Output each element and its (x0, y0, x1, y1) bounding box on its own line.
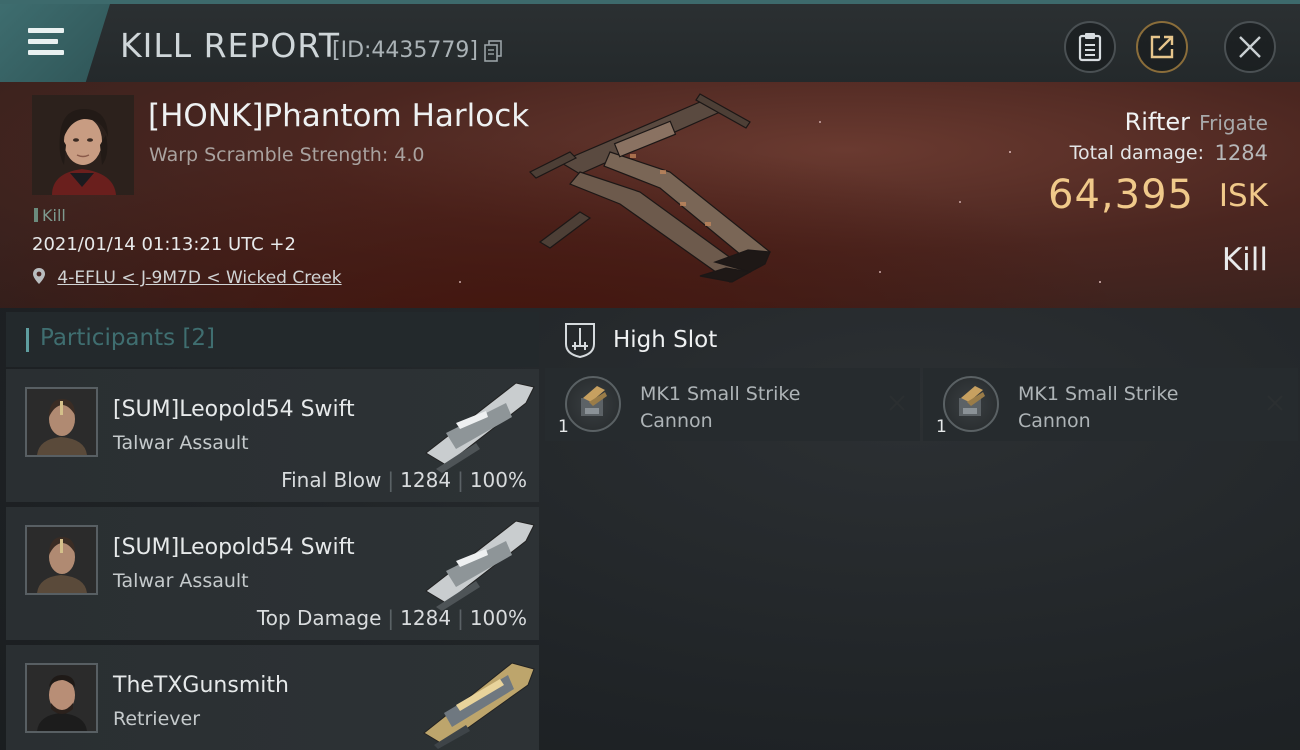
module-quantity: 1 (558, 417, 569, 437)
clipboard-button[interactable] (1064, 21, 1116, 73)
participant-card[interactable]: TheTXGunsmith Retriever (6, 645, 539, 750)
clipboard-icon (1078, 33, 1102, 62)
kill-result: Kill (1221, 242, 1268, 278)
participant-name: [SUM]Leopold54 Swift (113, 535, 355, 560)
module-item[interactable]: 1 MK1 Small Strike Cannon (545, 368, 920, 441)
participants-label: Participants [2] (40, 325, 216, 351)
victim-ship-name[interactable]: Rifter (1125, 108, 1190, 136)
destroyed-x-icon (1267, 395, 1283, 411)
share-button[interactable] (1136, 21, 1188, 73)
kill-tag: Kill (34, 206, 66, 225)
page-title: KILL REPORT (120, 26, 340, 65)
participant-ship-image (425, 382, 535, 473)
copy-icon[interactable] (484, 40, 502, 62)
participant-avatar (25, 525, 98, 595)
share-icon (1150, 35, 1174, 59)
participant-name: TheTXGunsmith (113, 673, 289, 698)
participant-card[interactable]: [SUM]Leopold54 Swift Talwar Assault Fina… (6, 369, 539, 502)
isk-unit: ISK (1218, 178, 1268, 214)
module-icon (943, 376, 999, 432)
module-item[interactable]: 1 MK1 Small Strike Cannon (923, 368, 1298, 441)
module-name: MK1 Small Strike Cannon (640, 383, 801, 432)
isk-value: 64,395 (1048, 172, 1194, 218)
total-damage-label: Total damage: (1069, 142, 1204, 164)
participant-ship-image (423, 662, 535, 749)
total-damage-value: 1284 (1214, 141, 1268, 165)
participant-card[interactable]: [SUM]Leopold54 Swift Talwar Assault Top … (6, 507, 539, 640)
top-bar: KILL REPORT [ID:4435779] (0, 0, 1300, 82)
high-slot-icon (565, 323, 595, 358)
location-pin-icon (33, 268, 45, 284)
module-icon (565, 376, 621, 432)
destroyed-x-icon (889, 395, 905, 411)
location[interactable]: 4-EFLU < J-9M7D < Wicked Creek (32, 267, 342, 288)
participant-ship-image (425, 520, 535, 611)
close-icon (1239, 36, 1261, 58)
location-link[interactable]: 4-EFLU < J-9M7D < Wicked Creek (57, 268, 341, 288)
participant-ship: Talwar Assault (113, 570, 249, 592)
report-id: [ID:4435779] (332, 38, 478, 63)
participants-header: Participants [2] (6, 312, 539, 367)
kill-datetime: 2021/01/14 01:13:21 UTC +2 (32, 234, 296, 255)
victim-name[interactable]: [HONK]Phantom Harlock (148, 98, 529, 134)
participant-ship: Retriever (113, 708, 201, 730)
participant-ship: Talwar Assault (113, 432, 249, 454)
victim-ship-class: Frigate (1199, 111, 1268, 135)
victim-ship-image (528, 93, 772, 283)
participant-name: [SUM]Leopold54 Swift (113, 397, 355, 422)
warp-scramble-strength: Warp Scramble Strength: 4.0 (149, 144, 425, 166)
participant-avatar (25, 663, 98, 733)
pilot-avatar (32, 95, 134, 195)
menu-icon (28, 26, 64, 58)
high-slot-header: High Slot (545, 312, 1300, 367)
module-quantity: 1 (936, 417, 947, 437)
menu-button[interactable] (0, 4, 110, 82)
slot-title: High Slot (613, 327, 718, 353)
close-button[interactable] (1224, 21, 1276, 73)
victim-portrait[interactable] (32, 95, 134, 195)
module-name: MK1 Small Strike Cannon (1018, 383, 1179, 432)
participant-avatar (25, 387, 98, 457)
victim-panel: [HONK]Phantom Harlock Warp Scramble Stre… (0, 82, 1300, 308)
